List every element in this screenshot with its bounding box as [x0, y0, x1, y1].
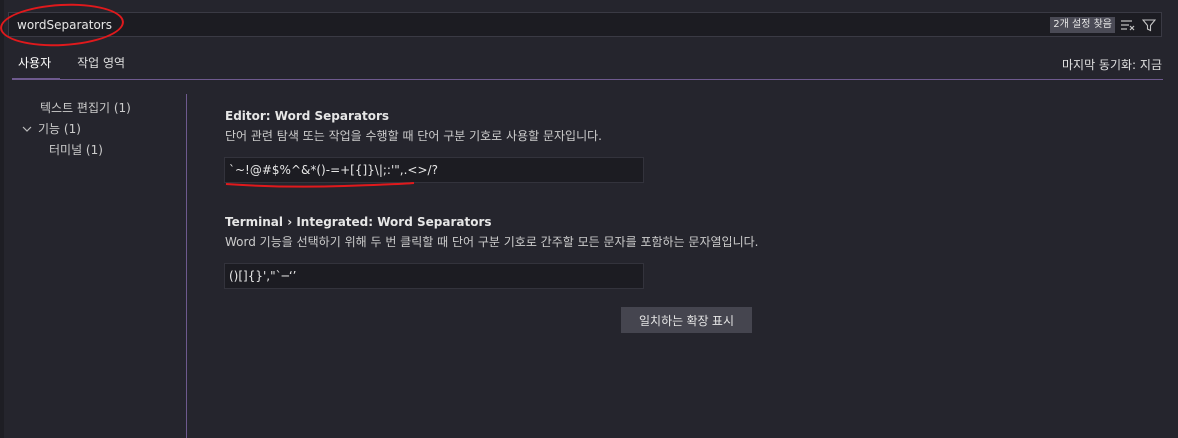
- toc-divider: [186, 94, 187, 438]
- toc-item-label: 터미널 (1): [49, 143, 103, 157]
- search-actions: 2개 설정 찾음: [1050, 16, 1157, 34]
- setting-editor-word-separators: Editor: Word Separators 단어 관련 탐색 또는 작업을 …: [225, 108, 602, 144]
- settings-toc: 텍스트 편집기 (1) 기능 (1) 터미널 (1): [20, 98, 180, 161]
- active-tab-indicator: [12, 78, 60, 80]
- toc-item-label: 텍스트 편집기 (1): [40, 101, 131, 115]
- terminal-word-separators-input[interactable]: [224, 263, 644, 289]
- chevron-down-icon: [22, 120, 38, 141]
- editor-word-separators-input[interactable]: [224, 157, 644, 183]
- window-edge: [0, 0, 4, 438]
- clear-filter-icon[interactable]: [1120, 17, 1136, 33]
- setting-description: Word 기능을 선택하기 위해 두 번 클릭할 때 단어 구분 기호로 간주할…: [225, 235, 759, 249]
- tab-user[interactable]: 사용자: [12, 54, 57, 71]
- setting-terminal-word-separators: Terminal › Integrated: Word Separators W…: [225, 214, 758, 250]
- result-count-badge: 2개 설정 찾음: [1050, 17, 1115, 33]
- toc-item-terminal[interactable]: 터미널 (1): [20, 140, 180, 161]
- search-input[interactable]: [17, 17, 617, 33]
- sync-status: 마지막 동기화: 지금: [1062, 58, 1162, 72]
- tab-divider: [12, 79, 1163, 80]
- filter-icon[interactable]: [1141, 17, 1157, 33]
- setting-title: Editor: Word Separators: [225, 109, 390, 123]
- settings-scope-tabs: 사용자 작업 영역: [12, 54, 131, 71]
- toc-item-text-editor[interactable]: 텍스트 편집기 (1): [20, 98, 180, 119]
- settings-search-box[interactable]: 2개 설정 찾음: [8, 12, 1162, 37]
- setting-title: Terminal › Integrated: Word Separators: [225, 215, 492, 229]
- toc-item-features[interactable]: 기능 (1): [20, 119, 180, 140]
- tab-workspace[interactable]: 작업 영역: [71, 54, 131, 71]
- toc-item-label: 기능 (1): [38, 122, 81, 136]
- show-matching-extensions-button[interactable]: 일치하는 확장 표시: [621, 307, 752, 333]
- setting-description: 단어 관련 탐색 또는 작업을 수행할 때 단어 구분 기호로 사용할 문자입니…: [225, 129, 602, 143]
